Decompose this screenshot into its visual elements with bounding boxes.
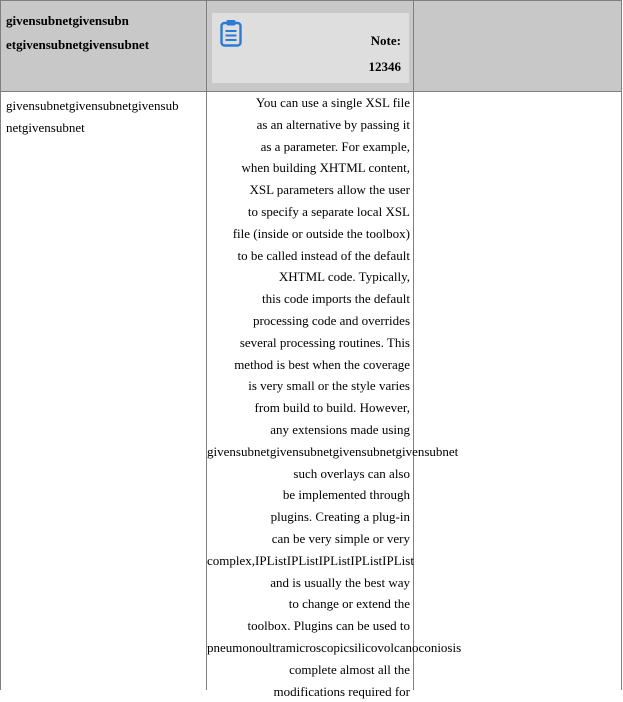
body-cell-2-line: as an alternative by passing it bbox=[256, 116, 410, 132]
body-cell-2-line: to be called instead of the default bbox=[237, 247, 410, 263]
body-cell-2-line: complex,IPListIPListIPListIPListIPList bbox=[207, 552, 414, 568]
body-cell-2-line: toolbox. Plugins can be used to bbox=[247, 618, 411, 634]
column-divider-2 bbox=[413, 0, 414, 690]
body-cell-2-line: and is usually the best way bbox=[270, 574, 410, 590]
body-cell-2-line: several processing routines. This bbox=[239, 334, 410, 350]
body-cell-2-line: XSL parameters allow the user bbox=[249, 182, 410, 198]
note-box: Note: 12346 bbox=[212, 13, 409, 83]
body-cell-2-line: this code imports the default bbox=[261, 291, 410, 307]
body-cell-2-line: processing code and overrides bbox=[252, 312, 410, 328]
body-cell-2-line: such overlays can also bbox=[293, 465, 410, 481]
header-cell-1: givensubnetgivensubn etgivensubnetgivens… bbox=[6, 9, 202, 57]
body-cell-2-line: plugins. Creating a plug-in bbox=[270, 509, 410, 525]
note-label: Note: bbox=[370, 33, 401, 48]
body-cell-1-line: givensubnetgivensubnetgivensub bbox=[6, 98, 179, 113]
body-cell-2-line: XHTML code. Typically, bbox=[278, 269, 410, 285]
body-cell-2-line: complete almost all the bbox=[289, 661, 410, 677]
body-cell-2-line: method is best when the coverage bbox=[234, 356, 410, 372]
header-cell-1-line: givensubnetgivensubn bbox=[6, 13, 129, 28]
body-cell-1-line: netgivensubnet bbox=[6, 120, 85, 135]
column-divider-3 bbox=[621, 0, 622, 690]
body-cell-2-line: can be very simple or very bbox=[271, 530, 410, 546]
note-number: 12346 bbox=[368, 59, 402, 74]
body-cell-2-line: is very small or the style varies bbox=[248, 378, 410, 394]
body-cell-2-line: You can use a single XSL file bbox=[255, 95, 410, 110]
body-cell-2-line: givensubnetgivensubnetgivensubnetgivensu… bbox=[207, 443, 459, 459]
body-cell-2-line: modifications required for bbox=[273, 683, 410, 699]
body-cell-2-line: when building XHTML content, bbox=[241, 160, 411, 176]
body-cell-2-line: to change or extend the bbox=[288, 596, 410, 612]
body-cell-2-line: pneumonoultramicroscopicsilicovolcanocon… bbox=[207, 639, 462, 655]
body-cell-2-line: as a parameter. For example, bbox=[260, 138, 410, 154]
body-cell-2-line: from build to build. However, bbox=[254, 400, 410, 416]
table: givensubnetgivensubn etgivensubnetgivens… bbox=[0, 0, 623, 699]
header-cell-1-line: etgivensubnetgivensubnet bbox=[6, 37, 150, 52]
body-cell-2-line: be implemented through bbox=[282, 487, 410, 503]
body-cell-2-line: to specify a separate local XSL bbox=[247, 203, 410, 219]
body-cell-2-line: any extensions made using bbox=[270, 421, 410, 437]
body-cell-2: You can use a single XSL file as an alter… bbox=[207, 92, 462, 702]
body-cell-2-line: file (inside or outside the toolbox) bbox=[232, 225, 410, 241]
clipboard-icon bbox=[220, 20, 242, 47]
body-cell-1: givensubnetgivensubnetgivensub netgivens… bbox=[6, 95, 202, 139]
column-divider-0 bbox=[0, 0, 1, 690]
